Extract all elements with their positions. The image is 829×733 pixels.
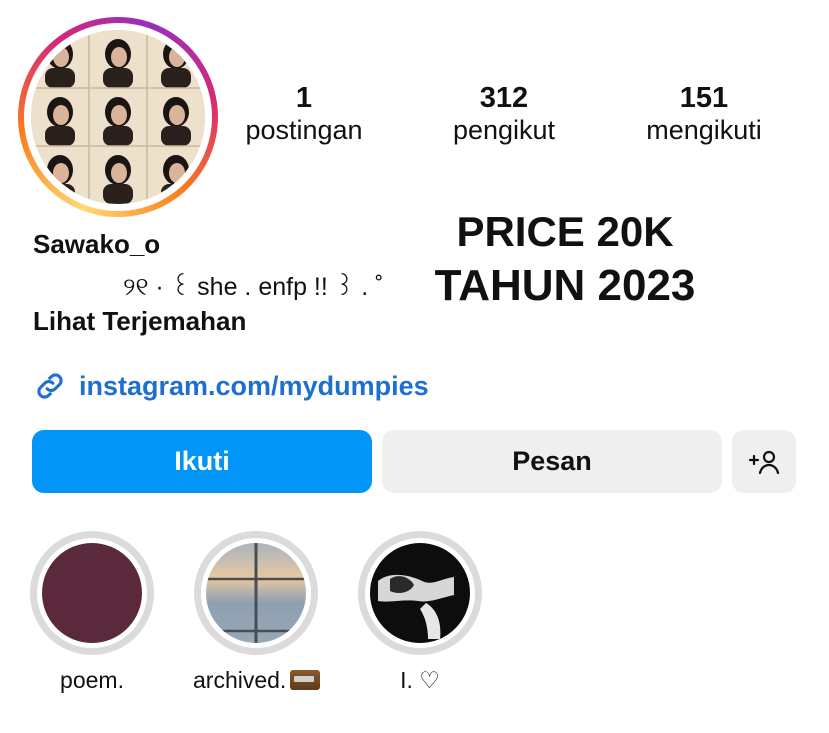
posts-count: 1 — [295, 82, 313, 114]
following-label: mengikuti — [646, 115, 762, 145]
highlight-ring — [30, 531, 154, 655]
avatar[interactable] — [31, 30, 205, 204]
username: Sawako_o — [33, 229, 161, 259]
overlay-price: PRICE 20K — [456, 208, 674, 255]
black-white-photo — [370, 543, 470, 643]
highlight-cover — [370, 543, 470, 643]
following-count: 151 — [679, 82, 729, 114]
stat-posts: 1 postingan — [219, 82, 389, 146]
bio-link[interactable]: instagram.com/mydumpies — [33, 369, 429, 403]
link-url[interactable]: instagram.com/mydumpies — [79, 371, 429, 402]
highlight-label: poem. — [60, 667, 124, 693]
followers-label: pengikut — [452, 115, 556, 145]
highlight-poem[interactable]: poem. — [29, 531, 155, 694]
highlight-label-text: archived. — [193, 667, 287, 693]
highlight-archived[interactable]: archived. — [193, 531, 321, 694]
see-translation-link[interactable]: Lihat Terjemahan — [33, 306, 246, 337]
highlight-ring — [358, 531, 482, 655]
add-person-icon — [748, 450, 780, 474]
highlight-cover — [206, 543, 306, 643]
highlight-cover — [42, 543, 142, 643]
bio-text: ୨୧ · ꒰ she . enfp !! ꒱ . ˚ — [123, 273, 384, 301]
profile-avatar-ring[interactable] — [18, 17, 218, 217]
follow-button[interactable]: Ikuti — [32, 430, 372, 493]
highlight-label: I. ♡ — [400, 667, 440, 693]
stat-followers[interactable]: 312 pengikut — [419, 82, 589, 146]
highlight-love[interactable]: I. ♡ — [357, 531, 483, 694]
highlight-label: archived. — [193, 667, 321, 694]
stat-following[interactable]: 151 mengikuti — [619, 82, 789, 146]
message-button[interactable]: Pesan — [382, 430, 722, 493]
overlay-year: TAHUN 2023 — [434, 261, 696, 310]
sky-window-image — [206, 543, 306, 643]
price-overlay: PRICE 20K TAHUN 2023 — [410, 206, 720, 314]
followers-count: 312 — [479, 82, 529, 114]
file-box-icon — [290, 670, 321, 690]
link-icon — [37, 373, 63, 399]
highlight-ring — [194, 531, 318, 655]
suggest-user-button[interactable] — [732, 430, 796, 493]
posts-label: postingan — [245, 115, 363, 145]
avatar-collage-image — [31, 30, 205, 204]
